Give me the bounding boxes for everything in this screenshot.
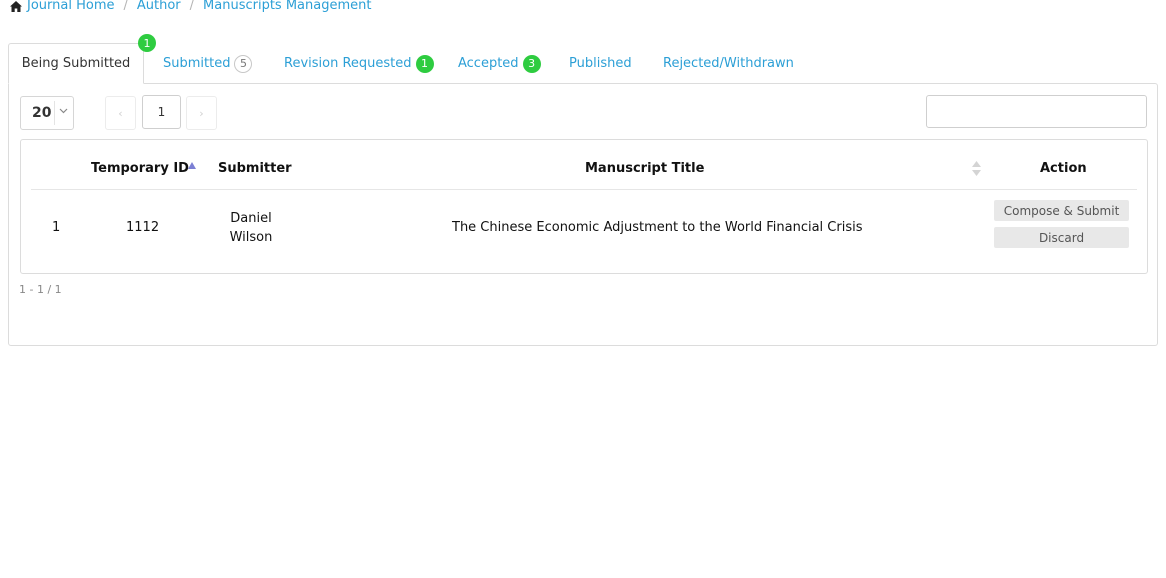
current-page-button[interactable]: 1 bbox=[142, 95, 181, 129]
compose-submit-button[interactable]: Compose & Submit bbox=[994, 200, 1129, 221]
tab-label: Accepted bbox=[458, 56, 519, 71]
breadcrumb-author[interactable]: Author bbox=[137, 0, 181, 15]
column-header-manuscript-title: Manuscript Title bbox=[585, 161, 705, 176]
status-tabs: Being Submitted 1 Submitted 5 Revision R… bbox=[8, 34, 1158, 84]
row-temporary-id: 1112 bbox=[126, 220, 160, 235]
sort-unsorted-icon[interactable] bbox=[972, 161, 981, 176]
chevron-left-icon: ‹ bbox=[118, 106, 123, 120]
submitter-first-name: Daniel bbox=[230, 211, 272, 226]
tab-revision-requested[interactable]: Revision Requested 1 bbox=[284, 43, 434, 84]
breadcrumb-manuscripts-management[interactable]: Manuscripts Management bbox=[203, 0, 371, 15]
tab-accepted[interactable]: Accepted 3 bbox=[458, 43, 541, 84]
page-size-select[interactable]: 20 bbox=[20, 96, 74, 130]
row-index: 1 bbox=[52, 220, 61, 235]
revision-requested-count-badge: 1 bbox=[415, 54, 434, 73]
tab-being-submitted[interactable]: Being Submitted bbox=[8, 43, 144, 84]
tab-label: Published bbox=[569, 56, 632, 71]
tab-published[interactable]: Published bbox=[569, 43, 632, 84]
column-header-temporary-id[interactable]: Temporary ID bbox=[91, 161, 189, 176]
row-submitter: Daniel Wilson bbox=[216, 209, 286, 247]
chevron-down-icon bbox=[59, 108, 68, 114]
search-input[interactable] bbox=[926, 95, 1147, 128]
being-submitted-count-badge: 1 bbox=[138, 34, 156, 52]
prev-page-button[interactable]: ‹ bbox=[105, 96, 136, 130]
tab-label: Rejected/Withdrawn bbox=[663, 56, 794, 71]
tab-label: Being Submitted bbox=[21, 56, 131, 71]
column-header-submitter: Submitter bbox=[218, 161, 292, 176]
page-size-value: 20 bbox=[32, 105, 52, 121]
column-header-action: Action bbox=[1040, 161, 1087, 176]
accepted-count-badge: 3 bbox=[522, 54, 541, 73]
row-manuscript-title[interactable]: The Chinese Economic Adjustment to the W… bbox=[452, 220, 863, 235]
select-divider bbox=[54, 101, 55, 125]
manuscripts-page: Journal Home / Author / Manuscripts Mana… bbox=[0, 0, 1166, 578]
next-page-button[interactable]: › bbox=[186, 96, 217, 130]
chevron-right-icon: › bbox=[199, 106, 204, 120]
tab-panel: 20 ‹ 1 › Temporary ID Submitter Manuscri… bbox=[8, 83, 1158, 346]
breadcrumb: Journal Home / Author / Manuscripts Mana… bbox=[10, 0, 371, 15]
tab-label: Submitted bbox=[163, 56, 231, 71]
home-icon bbox=[10, 0, 22, 12]
breadcrumb-journal-home[interactable]: Journal Home bbox=[27, 0, 114, 15]
pagination-range: 1 - 1 / 1 bbox=[19, 283, 62, 296]
manuscripts-table: Temporary ID Submitter Manuscript Title … bbox=[20, 139, 1148, 274]
breadcrumb-separator: / bbox=[189, 0, 195, 13]
table-header: Temporary ID Submitter Manuscript Title … bbox=[31, 140, 1137, 190]
tab-rejected-withdrawn[interactable]: Rejected/Withdrawn bbox=[663, 43, 794, 84]
discard-button[interactable]: Discard bbox=[994, 227, 1129, 248]
tab-submitted[interactable]: Submitted 5 bbox=[163, 43, 253, 84]
sort-ascending-icon[interactable] bbox=[188, 162, 196, 169]
submitter-last-name: Wilson bbox=[229, 230, 273, 245]
tab-label: Revision Requested bbox=[284, 56, 412, 71]
breadcrumb-separator: / bbox=[123, 0, 128, 13]
submitted-count-badge: 5 bbox=[234, 54, 253, 73]
